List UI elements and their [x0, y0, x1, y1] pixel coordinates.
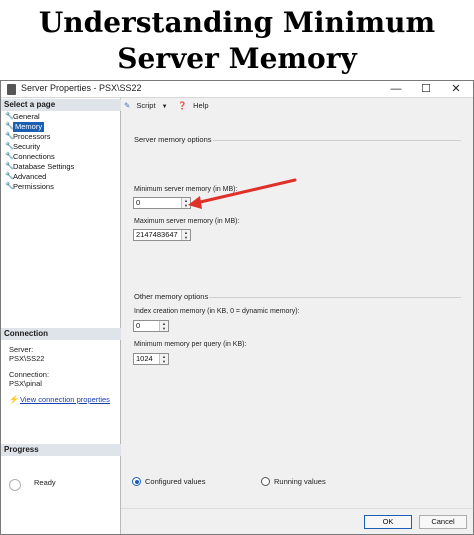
page-item-memory[interactable]: 🔧 Memory [5, 122, 74, 132]
wrench-icon: 🔧 [5, 123, 14, 130]
max-memory-input[interactable]: 2147483647 ▲ ▼ [133, 229, 191, 241]
group-divider [213, 140, 461, 141]
min-memory-input[interactable]: 0 ▲ ▼ [133, 197, 191, 209]
wrench-icon: 🔧 [5, 183, 14, 190]
radio-checked-icon [132, 477, 141, 486]
left-pane: Select a page 🔧 General 🔧 Memory 🔧 Processo… [1, 98, 121, 534]
cancel-button[interactable]: Cancel [419, 515, 467, 529]
progress-status: Ready [34, 478, 56, 487]
page-item-connections[interactable]: 🔧 Connections [5, 152, 74, 162]
page-item-permissions[interactable]: 🔧 Permissions [5, 182, 74, 192]
plug-icon: ⚡ [9, 395, 19, 404]
connection-header: Connection [1, 328, 121, 340]
ok-button[interactable]: OK [364, 515, 412, 529]
index-memory-input[interactable]: 0 ▲ ▼ [133, 320, 169, 332]
group-divider [209, 297, 461, 298]
wrench-icon: 🔧 [5, 163, 14, 170]
query-memory-stepper[interactable]: ▲ ▼ [159, 354, 168, 364]
other-memory-group-title: Other memory options [134, 292, 209, 301]
select-page-header: Select a page [1, 99, 121, 111]
title-bar: Server Properties - PSX\SS22 — ☐ ✕ [1, 81, 473, 98]
headline: Understanding Minimum Server Memory [0, 0, 474, 80]
radio-unchecked-icon [261, 477, 270, 486]
server-value: PSX\SS22 [9, 354, 45, 363]
page-item-advanced[interactable]: 🔧 Advanced [5, 172, 74, 182]
page-item-database-settings[interactable]: 🔧 Database Settings [5, 162, 74, 172]
close-button[interactable]: ✕ [441, 81, 471, 98]
running-values-radio[interactable]: Running values [261, 477, 326, 486]
page-item-security[interactable]: 🔧 Security [5, 142, 74, 152]
progress-header: Progress [1, 444, 121, 456]
configured-values-radio[interactable]: Configured values [132, 477, 205, 486]
wrench-icon: 🔧 [5, 173, 14, 180]
query-memory-label: Minimum memory per query (in KB): [134, 341, 247, 348]
server-properties-window: Server Properties - PSX\SS22 — ☐ ✕ Selec… [0, 80, 474, 535]
wrench-icon: 🔧 [5, 143, 14, 150]
toolbar: ✎ Script ▼ ❓ Help [121, 98, 473, 114]
connection-value: PSX\pinal [9, 379, 42, 388]
app-icon [7, 84, 16, 95]
wrench-icon: 🔧 [5, 133, 14, 140]
view-connection-properties-link[interactable]: ⚡View connection properties [9, 395, 110, 405]
chevron-down-icon: ▼ [161, 104, 168, 110]
help-button[interactable]: ❓ Help [178, 101, 213, 110]
script-icon: ✎ [124, 101, 131, 110]
help-icon: ❓ [177, 101, 188, 110]
index-memory-label: Index creation memory (in KB, 0 = dynami… [134, 308, 300, 315]
minimize-button[interactable]: — [381, 81, 411, 98]
headline-line-2: Server Memory [117, 42, 357, 75]
page-item-general[interactable]: 🔧 General [5, 112, 74, 122]
memory-page: ✎ Script ▼ ❓ Help Server memory options … [121, 98, 473, 508]
dialog-footer: OK Cancel [121, 508, 473, 534]
progress-spinner-icon [9, 479, 21, 491]
script-button[interactable]: ✎ Script ▼ [124, 101, 172, 110]
query-memory-input[interactable]: 1024 ▲ ▼ [133, 353, 169, 365]
wrench-icon: 🔧 [5, 153, 14, 160]
min-memory-label: Minimum server memory (in MB): [134, 186, 238, 193]
headline-line-1: Understanding Minimum [38, 6, 436, 39]
max-memory-stepper[interactable]: ▲ ▼ [181, 230, 190, 240]
wrench-icon: 🔧 [5, 113, 14, 120]
max-memory-label: Maximum server memory (in MB): [134, 218, 240, 225]
page-list: 🔧 General 🔧 Memory 🔧 Processors 🔧 Security 🔧… [5, 112, 74, 192]
window-title: Server Properties - PSX\SS22 [21, 83, 142, 93]
server-memory-group-title: Server memory options [134, 135, 212, 144]
index-memory-stepper[interactable]: ▲ ▼ [159, 321, 168, 331]
maximize-button[interactable]: ☐ [411, 81, 441, 98]
page-item-processors[interactable]: 🔧 Processors [5, 132, 74, 142]
min-memory-stepper[interactable]: ▲ ▼ [181, 198, 190, 208]
